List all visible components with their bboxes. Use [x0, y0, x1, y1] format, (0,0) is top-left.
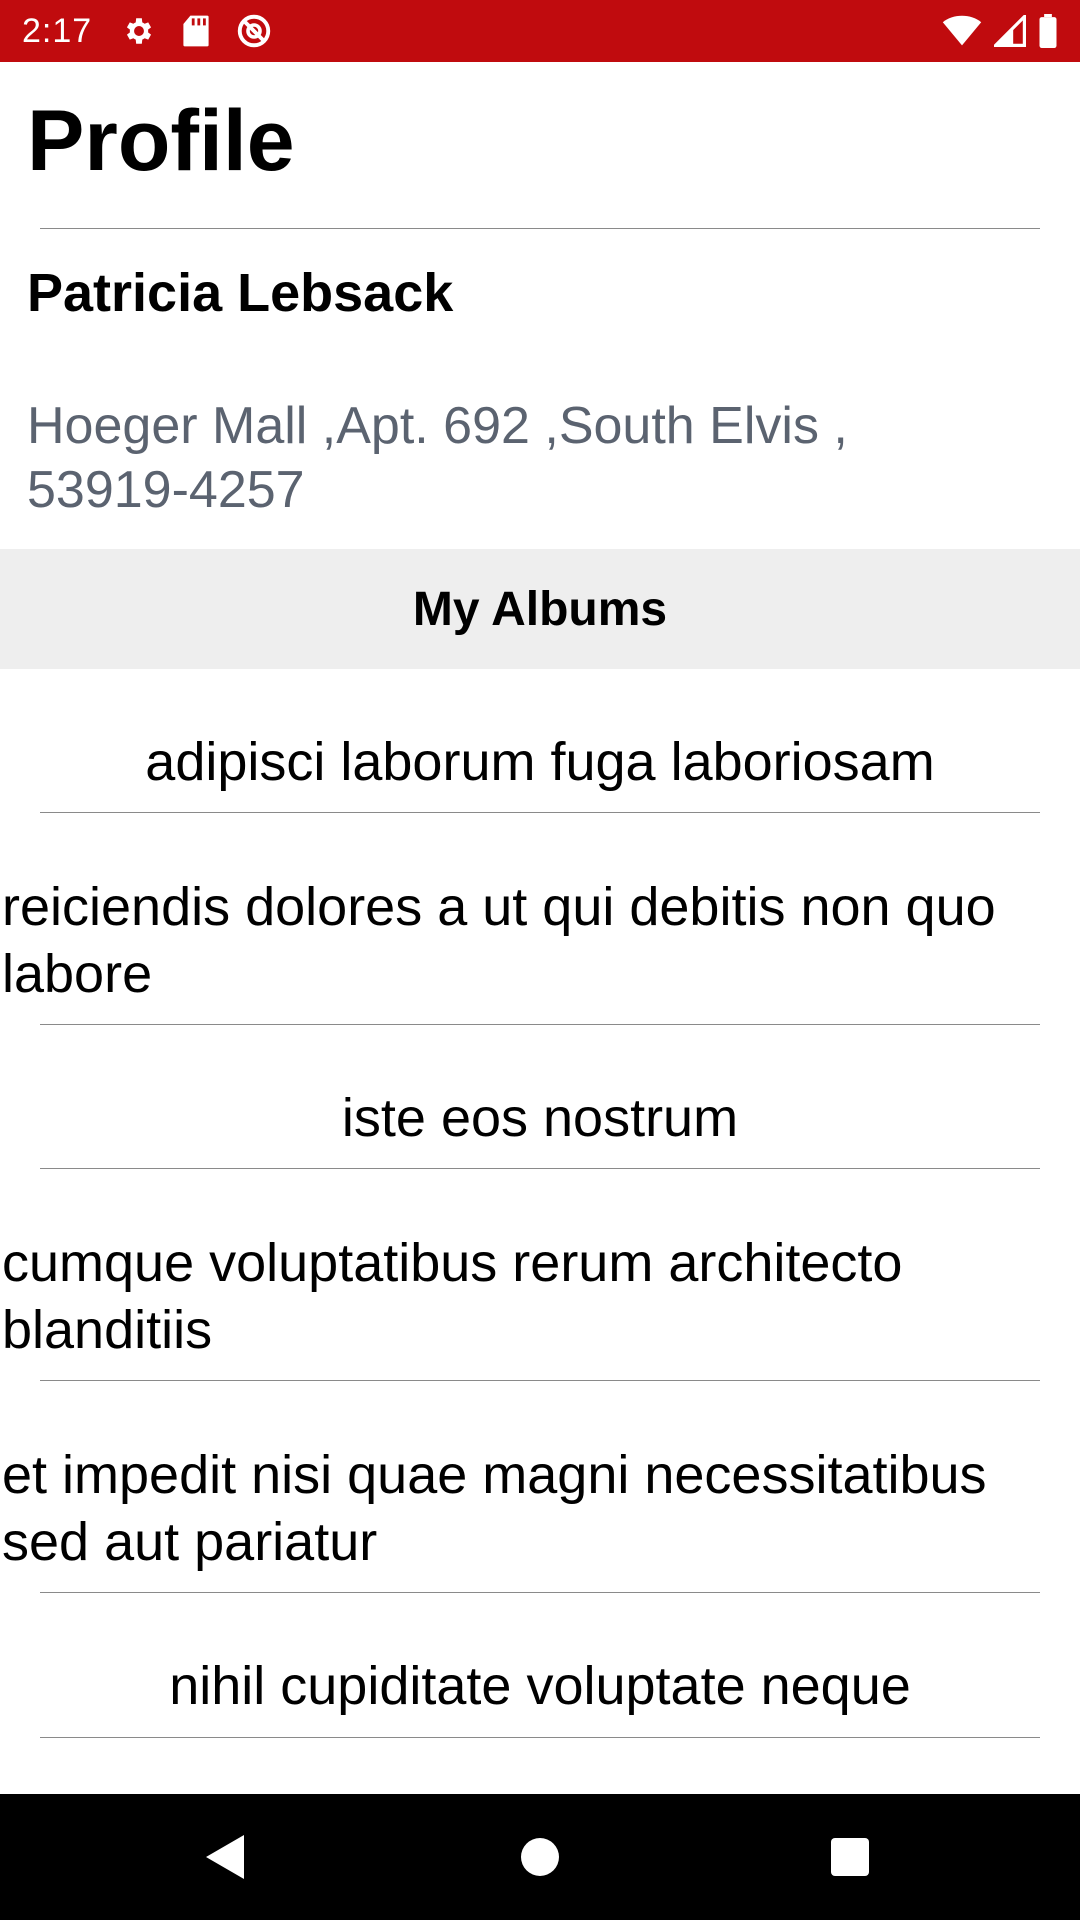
profile-screen[interactable]: Profile Patricia Lebsack Hoeger Mall ,Ap…	[0, 62, 1080, 1794]
divider	[40, 1737, 1040, 1738]
address-line-2: 53919-4257	[27, 461, 305, 519]
albums-header-label: My Albums	[412, 582, 668, 636]
page-title: Profile	[27, 93, 295, 189]
user-address: Hoeger Mall ,Apt. 692 ,South Elvis , 539…	[27, 394, 1027, 522]
divider	[40, 1168, 1040, 1169]
album-item[interactable]: reiciendis dolores a ut qui debitis non …	[0, 874, 1080, 1008]
sd-card-icon	[182, 14, 210, 48]
status-bar: 2:17	[0, 0, 1080, 62]
album-item[interactable]: et impedit nisi quae magni necessitatibu…	[0, 1442, 1080, 1576]
home-icon[interactable]	[510, 1827, 570, 1887]
navigation-bar	[0, 1794, 1080, 1920]
status-notification-icons	[122, 13, 272, 49]
divider	[40, 1592, 1040, 1593]
album-item[interactable]: nihil cupiditate voluptate neque	[0, 1653, 1080, 1720]
album-item[interactable]: iste eos nostrum	[0, 1085, 1080, 1152]
wifi-icon	[942, 15, 982, 47]
status-system-icons	[942, 14, 1058, 48]
battery-icon	[1038, 14, 1058, 48]
no-sync-icon	[236, 13, 272, 49]
divider	[40, 1024, 1040, 1025]
album-item[interactable]: adipisci laborum fuga laboriosam	[0, 729, 1080, 796]
divider	[40, 1380, 1040, 1381]
recents-icon[interactable]	[820, 1827, 880, 1887]
divider	[40, 812, 1040, 813]
gear-icon	[122, 14, 156, 48]
address-line-1: Hoeger Mall ,Apt. 692 ,South Elvis ,	[27, 397, 848, 455]
divider	[40, 228, 1040, 229]
album-item[interactable]: cumque voluptatibus rerum architecto bla…	[0, 1230, 1080, 1364]
status-time: 2:17	[22, 11, 93, 50]
user-name: Patricia Lebsack	[27, 263, 454, 323]
albums-section-header: My Albums	[0, 549, 1080, 669]
back-icon[interactable]	[196, 1827, 256, 1887]
signal-icon	[994, 15, 1026, 47]
